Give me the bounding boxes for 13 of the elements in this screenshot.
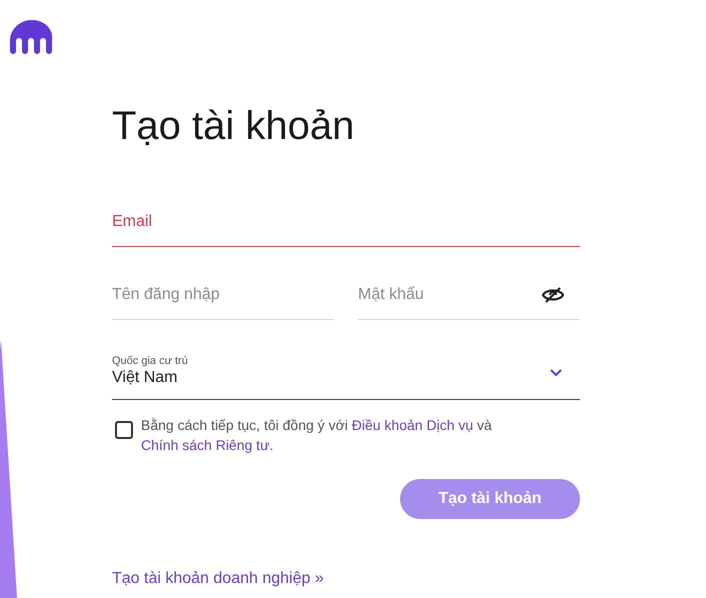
terms-text: Bằng cách tiếp tục, tôi đồng ý với Điều khoản Dịch vụ và Chính sách Riêng tư. xyxy=(141,416,493,455)
page-title: Tạo tài khoản xyxy=(112,104,356,148)
username-field[interactable]: Tên đăng nhập xyxy=(112,271,334,320)
logo-icon xyxy=(10,20,54,54)
business-account-link[interactable]: Tạo tài khoản doanh nghiệp » xyxy=(112,570,324,588)
eye-slash-icon[interactable] xyxy=(542,286,564,304)
email-field[interactable]: Email xyxy=(112,198,580,247)
country-select[interactable]: Quốc gia cư trú Việt Nam xyxy=(112,347,580,400)
terms-checkbox[interactable] xyxy=(115,421,133,439)
terms-link[interactable]: Điều khoản Dịch vụ xyxy=(352,417,474,433)
terms-link[interactable]: Chính sách Riêng tư xyxy=(141,436,270,453)
chevron-down-icon xyxy=(550,369,562,377)
password-field[interactable]: Mật khẩu xyxy=(358,271,580,320)
